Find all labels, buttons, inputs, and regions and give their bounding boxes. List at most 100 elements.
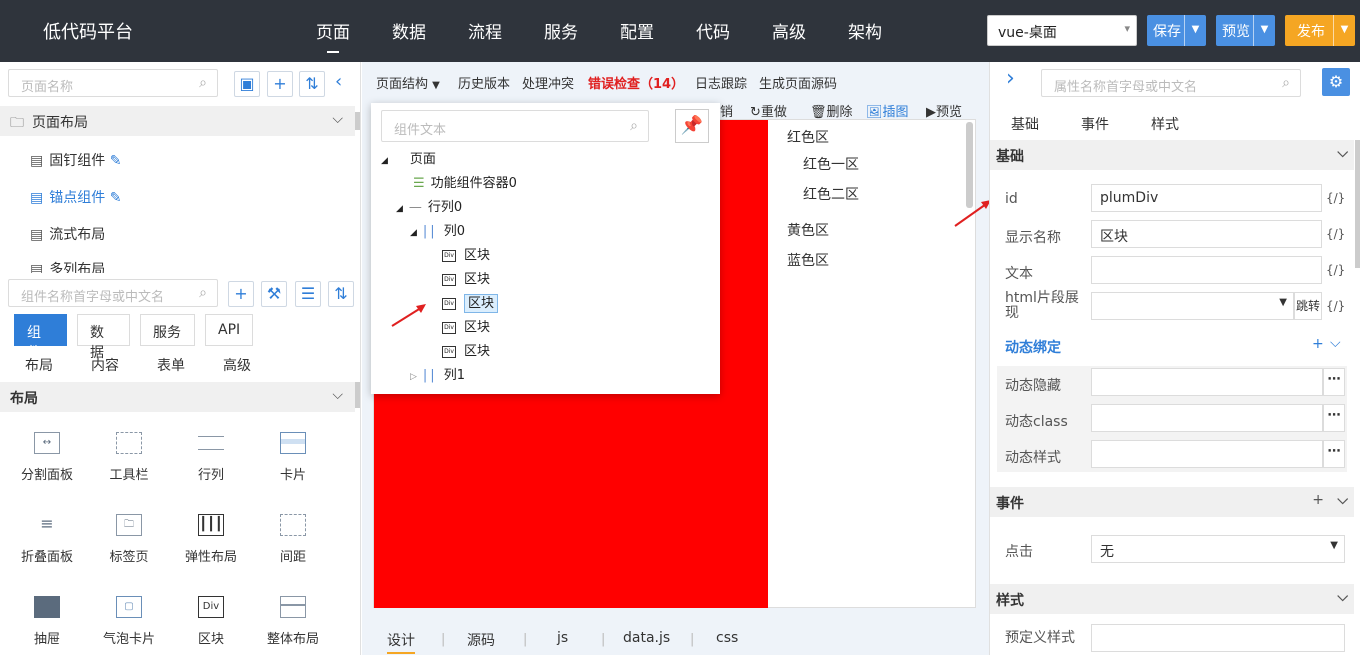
style-section-header[interactable]: 样式 ⌵ bbox=[990, 584, 1354, 614]
dynamic-hide-input[interactable] bbox=[1091, 368, 1323, 396]
subtab-form[interactable]: 表单 bbox=[157, 355, 185, 375]
settings-gear-icon[interactable]: ⚙ bbox=[1322, 68, 1350, 96]
nav-data[interactable]: 数据 bbox=[392, 18, 426, 43]
tab-design[interactable]: 设计 bbox=[387, 630, 415, 654]
tab-services[interactable]: 服务 bbox=[140, 314, 195, 346]
event-section-header[interactable]: 事件 + ⌵ bbox=[990, 487, 1354, 517]
component-text-search[interactable]: 组件文本 ⌕ bbox=[381, 110, 649, 142]
caret-down-icon[interactable]: ▼ bbox=[1184, 15, 1206, 46]
component-overall-layout[interactable]: 整体布局 bbox=[252, 596, 334, 647]
list-indent-icon[interactable]: ☰ bbox=[295, 281, 321, 307]
nav-advanced[interactable]: 高级 bbox=[772, 18, 806, 43]
expression-icon[interactable]: {/} bbox=[1326, 299, 1345, 313]
subtab-advanced[interactable]: 高级 bbox=[223, 355, 251, 375]
env-select[interactable]: vue-桌面 ▾ bbox=[987, 15, 1137, 46]
tab-css[interactable]: css bbox=[716, 630, 738, 646]
tab-js[interactable]: js bbox=[557, 630, 568, 646]
delete-button[interactable]: 🗑删除 bbox=[810, 101, 853, 120]
expression-icon[interactable]: {/} bbox=[1326, 191, 1345, 205]
tab-datajs[interactable]: data.js bbox=[623, 630, 670, 646]
subtab-layout[interactable]: 布局 bbox=[25, 355, 53, 375]
add-icon[interactable]: + bbox=[1312, 336, 1324, 352]
more-icon[interactable]: ⋯ bbox=[1323, 440, 1345, 468]
nav-page[interactable]: 页面 bbox=[316, 18, 350, 53]
component-flex[interactable]: ┃┃┃ 弹性布局 bbox=[170, 514, 252, 565]
sort-icon[interactable]: ⇅ bbox=[299, 71, 325, 97]
tree-node-col[interactable]: ◢ || 列0 bbox=[410, 220, 465, 239]
expression-icon[interactable]: {/} bbox=[1326, 227, 1345, 241]
tree-node-block[interactable]: Div 区块 bbox=[442, 244, 490, 263]
id-input[interactable]: plumDiv bbox=[1091, 184, 1322, 212]
tree-node-block[interactable]: Div 区块 bbox=[442, 316, 490, 335]
history-button[interactable]: 历史版本 bbox=[458, 73, 510, 92]
pin-icon[interactable]: 📌 bbox=[675, 109, 709, 143]
nav-architecture[interactable]: 架构 bbox=[848, 18, 882, 43]
collapse-left-icon[interactable]: ‹ bbox=[335, 71, 342, 92]
tree-node-page[interactable]: ◢ 页面 bbox=[381, 148, 436, 167]
preview-canvas-button[interactable]: ▶预览 bbox=[926, 101, 962, 120]
caret-down-icon[interactable]: ▼ bbox=[1253, 15, 1275, 46]
preview-button[interactable]: 预览 ▼ bbox=[1216, 15, 1275, 46]
predefined-style-input[interactable] bbox=[1091, 624, 1345, 652]
component-card[interactable]: 卡片 bbox=[252, 432, 334, 483]
page-item-active[interactable]: ▤ 锚点组件 ✎ bbox=[30, 187, 121, 207]
component-toolbar[interactable]: 工具栏 bbox=[88, 432, 170, 483]
add-icon[interactable]: + bbox=[267, 71, 293, 97]
component-row-col[interactable]: 行列 bbox=[170, 432, 252, 483]
tree-node-block-selected[interactable]: Div 区块 bbox=[442, 292, 499, 313]
expression-icon[interactable]: {/} bbox=[1326, 263, 1345, 277]
tab-events[interactable]: 事件 bbox=[1081, 114, 1109, 134]
page-structure-menu[interactable]: 页面结构 ▼ bbox=[376, 73, 440, 92]
sort-icon[interactable]: ⇅ bbox=[328, 281, 354, 307]
redo-button[interactable]: ↻重做 bbox=[750, 101, 787, 120]
caret-down-icon[interactable]: ▼ bbox=[1333, 15, 1355, 46]
page-item[interactable]: ▤ 流式布局 bbox=[30, 224, 105, 244]
add-icon[interactable]: + bbox=[1312, 492, 1324, 508]
subtab-content[interactable]: 内容 bbox=[91, 355, 119, 375]
add-icon[interactable]: + bbox=[228, 281, 254, 307]
save-button[interactable]: 保存 ▼ bbox=[1147, 15, 1206, 46]
tab-data[interactable]: 数据 bbox=[77, 314, 130, 361]
tree-node-func-container[interactable]: ☰ 功能组件容器0 bbox=[413, 172, 517, 191]
nav-config[interactable]: 配置 bbox=[620, 18, 654, 43]
html-fragment-select[interactable]: ▼ bbox=[1091, 292, 1294, 320]
expand-right-icon[interactable]: › bbox=[1006, 66, 1015, 91]
component-search-input[interactable]: 组件名称首字母或中文名 ⌕ bbox=[8, 279, 218, 307]
component-div-block[interactable]: Div 区块 bbox=[170, 596, 252, 647]
component-spacing[interactable]: 间距 bbox=[252, 514, 334, 565]
tab-styles[interactable]: 样式 bbox=[1151, 114, 1179, 134]
resolve-conflict-button[interactable]: 处理冲突 bbox=[522, 73, 574, 92]
chevron-down-icon[interactable]: ⌵ bbox=[1330, 335, 1341, 351]
error-check-button[interactable]: 错误检查（14） bbox=[588, 73, 684, 92]
page-item[interactable]: ▤ 多列布局 bbox=[30, 259, 105, 273]
component-collapse[interactable]: ≡ 折叠面板 bbox=[6, 514, 88, 565]
wrench-icon[interactable]: ⚒ bbox=[261, 281, 287, 307]
page-layout-section[interactable]: 🗀 页面布局 ⌵ bbox=[0, 106, 355, 136]
edit-icon[interactable]: ✎ bbox=[110, 190, 122, 206]
nav-service[interactable]: 服务 bbox=[544, 18, 578, 43]
property-search-input[interactable]: 属性名称首字母或中文名 ⌕ bbox=[1041, 69, 1301, 97]
click-event-select[interactable]: 无 ▼ bbox=[1091, 535, 1345, 563]
tree-node-row[interactable]: ◢ — 行列0 bbox=[396, 196, 462, 215]
undo-button[interactable]: 销 bbox=[720, 101, 733, 120]
tree-node-col[interactable]: ▷ || 列1 bbox=[410, 364, 465, 383]
layout-section[interactable]: 布局 ⌵ bbox=[0, 382, 355, 412]
jump-button[interactable]: 跳转 bbox=[1294, 292, 1322, 320]
tab-basic[interactable]: 基础 bbox=[1011, 114, 1039, 134]
dynamic-style-input[interactable] bbox=[1091, 440, 1323, 468]
tab-components[interactable]: 组件 bbox=[14, 314, 67, 361]
publish-button[interactable]: 发布 ▼ bbox=[1285, 15, 1355, 46]
basic-section-header[interactable]: 基础 ⌵ bbox=[990, 140, 1354, 170]
component-tabs[interactable]: 🗀 标签页 bbox=[88, 514, 170, 565]
tree-node-block[interactable]: Div 区块 bbox=[442, 268, 490, 287]
page-item[interactable]: ▤ 固钉组件 ✎ bbox=[30, 150, 121, 170]
component-drawer[interactable]: 抽屉 bbox=[6, 596, 88, 647]
tab-source[interactable]: 源码 bbox=[467, 630, 495, 650]
property-scrollbar[interactable] bbox=[1355, 140, 1360, 268]
component-split-panel[interactable]: ↔ 分割面板 bbox=[6, 432, 88, 483]
more-icon[interactable]: ⋯ bbox=[1323, 404, 1345, 432]
new-folder-icon[interactable]: ▣ bbox=[234, 71, 260, 97]
nav-code[interactable]: 代码 bbox=[696, 18, 730, 43]
log-trace-button[interactable]: 日志跟踪 bbox=[695, 73, 747, 92]
tab-api[interactable]: API bbox=[205, 314, 253, 346]
